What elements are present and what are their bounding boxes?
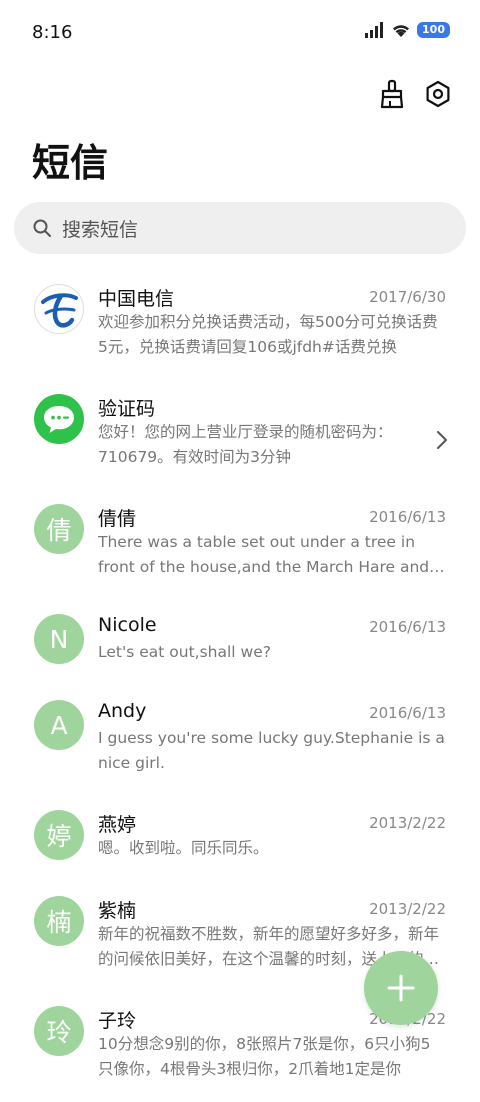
avatar: N [34, 614, 84, 664]
conversation-preview: Let's eat out,shall we? [98, 643, 271, 661]
conversation-item-china-telecom[interactable]: 中国电信 2017/6/30 欢迎参加积分兑换话费活动，每500分可兑换话费5元… [0, 270, 480, 380]
avatar: 玲 [34, 1006, 84, 1056]
avatar: A [34, 700, 84, 750]
chevron-right-icon [437, 431, 447, 449]
conversation-name: Nicole [98, 614, 157, 636]
conversation-name: 燕婷 [98, 814, 137, 836]
search-placeholder: 搜索短信 [62, 218, 139, 241]
page-title: 短信 [32, 141, 109, 185]
conversation-preview: 嗯。收到啦。同乐同乐。 [98, 839, 269, 857]
conversation-name: Andy [98, 700, 147, 722]
conversation-item[interactable]: N Nicole 2016/6/13 Let's eat out,shall w… [0, 600, 480, 686]
gear-icon [426, 80, 450, 108]
conversation-date: 2016/6/13 [369, 508, 446, 526]
conversation-date: 2013/2/22 [369, 900, 446, 918]
avatar: 倩 [34, 504, 84, 554]
china-telecom-logo [41, 293, 78, 328]
top-actions [376, 78, 454, 110]
conversation-preview: 您好！您的网上营业厅登录的随机密码为：710679。有效时间为3分钟 [98, 423, 393, 466]
conversation-preview: There was a table set out under a tree i… [98, 533, 430, 576]
battery-indicator: 100 [417, 22, 450, 38]
message-bubble-icon [44, 406, 74, 433]
avatar: 楠 [34, 896, 84, 946]
settings-button[interactable] [422, 78, 454, 110]
status-bar: 8:16 100 [0, 0, 480, 68]
avatar [34, 394, 84, 444]
avatar: 婷 [34, 810, 84, 860]
conversation-date: 2013/2/22 [369, 814, 446, 832]
search-icon [32, 218, 52, 238]
conversation-preview: 10分想念9别的你，8张照片7张是你，6只小狗5只像你，4根骨头3根归你，2爪着… [98, 1035, 431, 1078]
conversation-date: 2016/6/13 [369, 618, 446, 636]
avatar [34, 284, 84, 334]
conversation-name: 紫楠 [98, 900, 137, 922]
conversation-item-verification[interactable]: 验证码 您好！您的网上营业厅登录的随机密码为：710679。有效时间为3分钟 [0, 380, 480, 490]
conversation-name: 中国电信 [98, 288, 175, 310]
conversation-item[interactable]: 婷 燕婷 2013/2/22 嗯。收到啦。同乐同乐。 [0, 796, 480, 882]
wifi-icon [393, 25, 410, 37]
conversation-name: 倩倩 [98, 508, 137, 530]
broom-icon [380, 79, 404, 109]
conversation-item[interactable]: 倩 倩倩 2016/6/13 There was a table set out… [0, 490, 480, 600]
conversation-name: 子玲 [98, 1010, 137, 1032]
status-icons: 100 [365, 22, 450, 38]
conversation-preview: 欢迎参加积分兑换话费活动，每500分可兑换话费5元，兑换话费请回复106或jfd… [98, 313, 438, 356]
conversation-preview: I guess you're some lucky guy.Stephanie … [98, 729, 445, 772]
plus-icon [387, 974, 415, 1002]
status-time: 8:16 [32, 22, 73, 43]
conversation-item[interactable]: A Andy 2016/6/13 I guess you're some luc… [0, 686, 480, 796]
new-message-button[interactable] [364, 951, 438, 1025]
clean-button[interactable] [376, 78, 408, 110]
conversation-name: 验证码 [98, 398, 156, 420]
signal-icon [365, 22, 384, 38]
conversation-date: 2017/6/30 [369, 288, 446, 306]
conversation-date: 2016/6/13 [369, 704, 446, 722]
search-bar[interactable]: 搜索短信 [14, 202, 466, 254]
